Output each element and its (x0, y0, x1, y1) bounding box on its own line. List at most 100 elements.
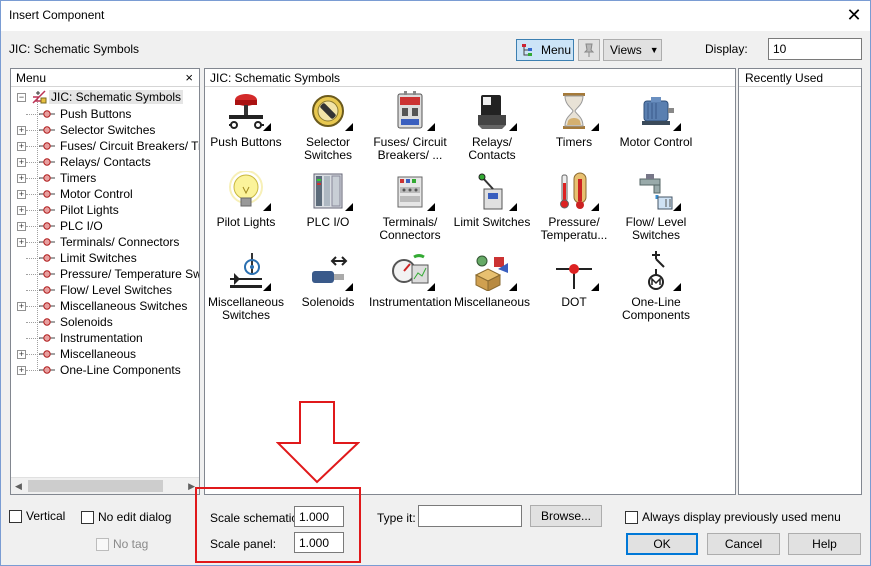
expand-icon[interactable]: + (17, 302, 26, 311)
tree-item[interactable]: + One-Line Components (15, 362, 199, 378)
menu-panel: Menu × − JIC: Schematic Symbols Push But… (10, 68, 200, 495)
type-it-input[interactable] (418, 505, 522, 527)
views-label: Views (610, 43, 642, 57)
symbol-node-icon (39, 366, 55, 374)
symbol-label-line2: Switches (221, 308, 271, 322)
category-tree: − JIC: Schematic Symbols Push Buttons + Se… (15, 89, 199, 378)
corner-marker-icon (591, 123, 599, 131)
expand-icon[interactable]: + (17, 190, 26, 199)
tree-item[interactable]: Instrumentation (15, 330, 199, 346)
checkbox-box[interactable] (625, 510, 638, 524)
symbol-relay[interactable]: Relays/Contacts (451, 89, 533, 169)
light-bulb-icon (229, 171, 263, 207)
expand-icon[interactable]: + (17, 174, 26, 183)
tree-item[interactable]: + Relays/ Contacts (15, 154, 199, 170)
cancel-button[interactable]: Cancel (707, 533, 780, 555)
symbol-node-icon (39, 110, 55, 118)
symbol-node-icon (39, 158, 55, 166)
tree-item[interactable]: + Pilot Lights (15, 202, 199, 218)
type-it-label: Type it: (377, 511, 416, 525)
symbol-node-icon (39, 254, 55, 262)
corner-marker-icon (673, 123, 681, 131)
symbol-boxes[interactable]: Miscellaneous (451, 249, 533, 329)
tree-item-label: Instrumentation (60, 331, 143, 345)
tree-item[interactable]: + Timers (15, 170, 199, 186)
corner-marker-icon (673, 283, 681, 291)
symbol-limit-switch[interactable]: Limit Switches (451, 169, 533, 249)
symbol-plc[interactable]: PLC I/O (287, 169, 369, 249)
symbol-faucet[interactable]: Flow/ Level Switches (615, 169, 697, 249)
symbol-node-icon (39, 302, 55, 310)
pin-button[interactable] (578, 39, 600, 61)
symbol-solenoid[interactable]: Solenoids (287, 249, 369, 329)
tree-item[interactable]: + Terminals/ Connectors (15, 234, 199, 250)
expand-icon[interactable]: + (17, 350, 26, 359)
expand-icon[interactable]: + (17, 366, 26, 375)
symbol-misc-switch[interactable]: Miscellaneous Switches (205, 249, 287, 329)
expand-icon[interactable]: + (17, 222, 26, 231)
symbol-node-icon (39, 206, 55, 214)
symbol-hourglass[interactable]: Timers (533, 89, 615, 169)
symbol-node-icon (39, 142, 55, 150)
corner-marker-icon (591, 203, 599, 211)
close-icon[interactable]: ✕ (842, 3, 866, 27)
tree-item-label: Miscellaneous (60, 347, 137, 361)
symbol-node-icon (39, 126, 55, 134)
symbol-gauge[interactable]: Instrumentation (369, 249, 452, 329)
tree-item[interactable]: + Miscellaneous (15, 346, 199, 362)
symbol-one-line[interactable]: One-Line Components (615, 249, 697, 329)
no-edit-dialog-checkbox[interactable]: No edit dialog (81, 510, 171, 524)
scrollbar-thumb[interactable] (28, 480, 163, 492)
symbol-dot[interactable]: DOT (533, 249, 615, 329)
menu-button[interactable]: Menu (516, 39, 574, 61)
expand-icon[interactable]: + (17, 142, 26, 151)
always-display-checkbox[interactable]: Always display previously used menu (625, 510, 841, 524)
scroll-right-icon[interactable]: ▶ (188, 481, 195, 492)
tree-item[interactable]: Solenoids (15, 314, 199, 330)
help-button[interactable]: Help (788, 533, 861, 555)
panel-close-icon[interactable]: × (185, 70, 193, 85)
recently-used-title: Recently Used (745, 71, 824, 85)
symbol-label-line1: Pilot Lights (216, 215, 276, 229)
browse-button[interactable]: Browse... (530, 505, 602, 527)
scroll-left-icon[interactable]: ◀ (15, 481, 22, 492)
checkbox-box[interactable] (9, 509, 22, 523)
misc-switch-icon (230, 253, 262, 288)
expand-icon[interactable]: + (17, 206, 26, 215)
tree-item[interactable]: + PLC I/O (15, 218, 199, 234)
menu-panel-header: Menu × (11, 69, 199, 87)
horizontal-scrollbar[interactable]: ◀ ▶ (11, 477, 199, 494)
tree-item[interactable]: Flow/ Level Switches (15, 282, 199, 298)
corner-marker-icon (427, 283, 435, 291)
symbol-terminal[interactable]: Terminals/Connectors (369, 169, 451, 249)
symbols-panel-header: JIC: Schematic Symbols (205, 69, 735, 87)
expand-icon[interactable]: + (17, 238, 26, 247)
expand-icon[interactable]: + (17, 158, 26, 167)
symbol-thermometer[interactable]: Pressure/Temperatu... (533, 169, 615, 249)
push-button-icon (229, 94, 264, 129)
tree-item[interactable]: Push Buttons (15, 106, 199, 122)
symbol-label-line2: Connectors (379, 228, 441, 242)
checkbox-box[interactable] (81, 510, 94, 524)
corner-marker-icon (509, 203, 517, 211)
expand-icon[interactable]: + (17, 126, 26, 135)
display-input[interactable]: 10 (768, 38, 862, 60)
tree-item[interactable]: + Miscellaneous Switches (15, 298, 199, 314)
symbol-push-button[interactable]: Push Buttons (205, 89, 287, 169)
tree-item[interactable]: + Selector Switches (15, 122, 199, 138)
tree-item[interactable]: Pressure/ Temperature Sw (15, 266, 199, 282)
vertical-checkbox[interactable]: Vertical (9, 509, 65, 523)
symbol-motor[interactable]: Motor Control (615, 89, 697, 169)
tree-root[interactable]: − JIC: Schematic Symbols (15, 89, 199, 106)
symbol-light-bulb[interactable]: Pilot Lights (205, 169, 287, 249)
tree-item[interactable]: Limit Switches (15, 250, 199, 266)
symbol-selector-switch[interactable]: Selector Switches (287, 89, 369, 169)
tree-item[interactable]: + Fuses/ Circuit Breakers/ Tr (15, 138, 199, 154)
corner-marker-icon (427, 203, 435, 211)
collapse-icon[interactable]: − (17, 93, 26, 102)
tree-item[interactable]: + Motor Control (15, 186, 199, 202)
symbol-fuse[interactable]: Fuses/ Circuit Breakers/ ... (369, 89, 451, 169)
ok-button[interactable]: OK (626, 533, 698, 555)
views-dropdown[interactable]: Views ▼ (603, 39, 662, 61)
corner-marker-icon (345, 283, 353, 291)
